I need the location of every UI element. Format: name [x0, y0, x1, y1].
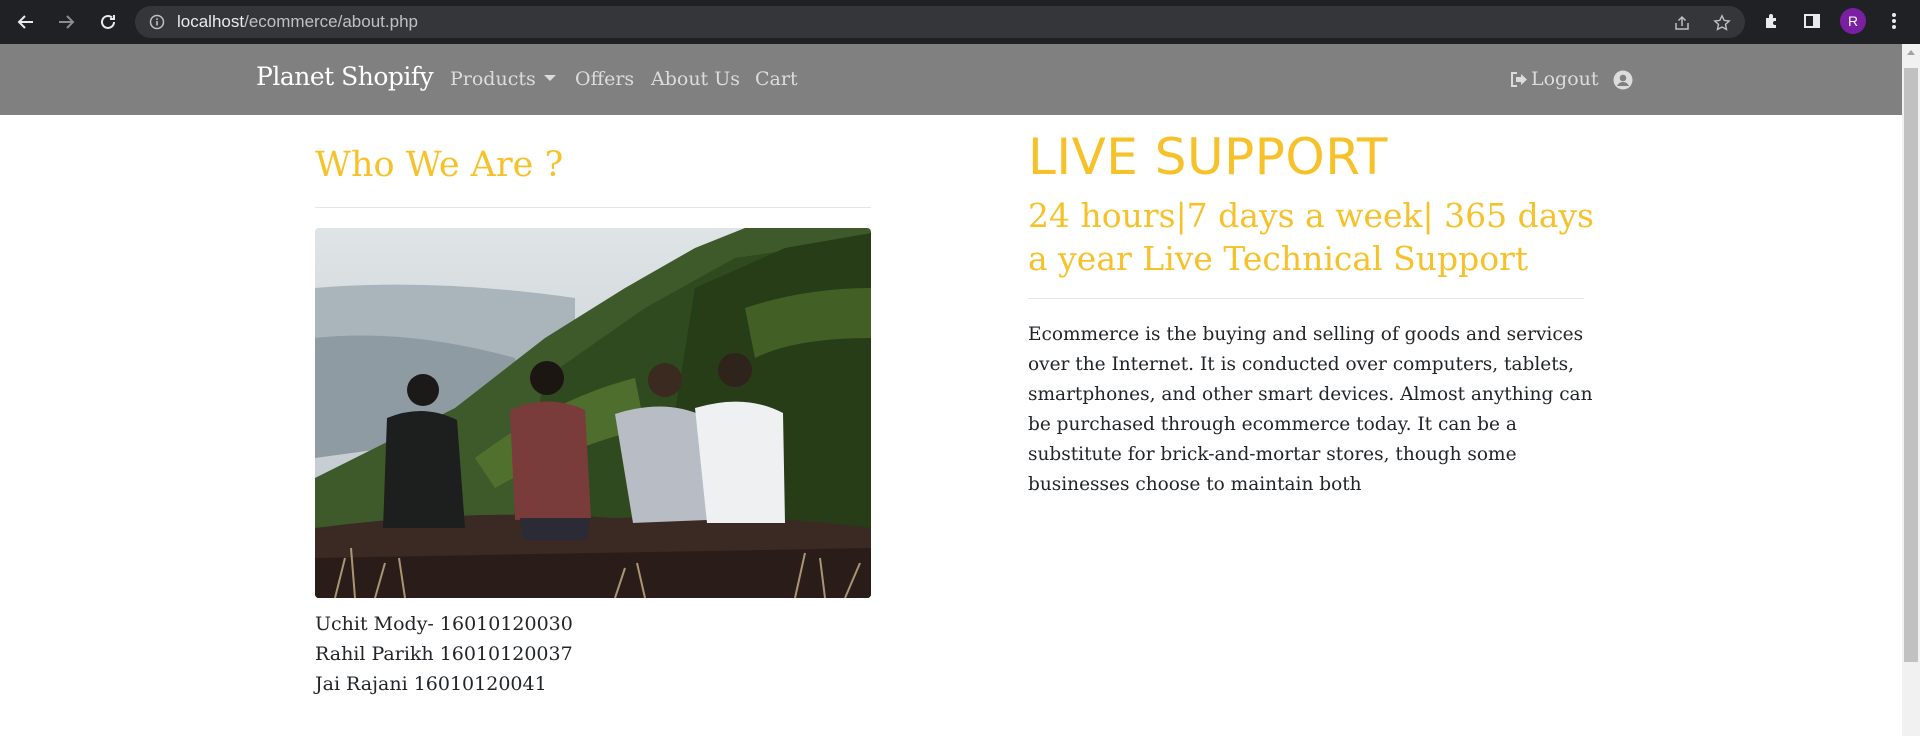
address-bar[interactable]: localhost/ecommerce/about.php — [135, 6, 1745, 38]
nav-about-us[interactable]: About Us — [651, 68, 740, 90]
page-scrollbar[interactable] — [1902, 44, 1920, 736]
logout-label: Logout — [1531, 68, 1599, 90]
share-icon[interactable] — [1673, 14, 1691, 32]
sign-out-icon — [1511, 71, 1527, 87]
divider — [315, 207, 871, 208]
nav-offers[interactable]: Offers — [575, 68, 634, 90]
chevron-down-icon — [543, 75, 556, 81]
reload-icon[interactable] — [96, 10, 120, 34]
profile-avatar[interactable]: R — [1840, 8, 1866, 34]
about-title: Who We Are ? — [315, 145, 564, 185]
nav-cart[interactable]: Cart — [755, 68, 798, 90]
more-menu-icon[interactable] — [1883, 10, 1905, 32]
team-members-list: Uchit Mody- 16010120030 Rahil Parikh 160… — [315, 609, 573, 699]
forward-icon[interactable] — [54, 10, 78, 34]
team-member: Jai Rajani 16010120041 — [315, 673, 547, 695]
site-navbar: Planet Shopify Products Offers About Us … — [0, 44, 1902, 115]
scrollbar-thumb[interactable] — [1904, 68, 1918, 662]
nav-products-label: Products — [450, 68, 536, 90]
url-text: localhost/ecommerce/about.php — [177, 12, 418, 31]
side-panel-icon[interactable] — [1801, 10, 1823, 32]
browser-toolbar: localhost/ecommerce/about.php R — [0, 0, 1920, 44]
live-support-title: LIVE SUPPORT — [1028, 128, 1388, 186]
team-member: Uchit Mody- 16010120030 — [315, 613, 573, 635]
brand-logo[interactable]: Planet Shopify — [256, 62, 434, 91]
nav-products-dropdown[interactable]: Products — [450, 68, 556, 90]
team-photo — [315, 228, 871, 598]
team-member: Rahil Parikh 16010120037 — [315, 643, 573, 665]
scroll-up-arrow-icon[interactable] — [1907, 50, 1915, 55]
user-circle-icon[interactable] — [1613, 70, 1633, 90]
logout-link[interactable]: Logout — [1510, 68, 1599, 90]
back-icon[interactable] — [14, 10, 38, 34]
divider — [1028, 298, 1584, 299]
extensions-icon[interactable] — [1761, 10, 1783, 32]
ecommerce-description: Ecommerce is the buying and selling of g… — [1028, 324, 1593, 495]
site-info-icon[interactable] — [149, 14, 165, 30]
live-support-subtitle: 24 hours|7 days a week| 365 days a year … — [1028, 196, 1594, 278]
bookmark-star-icon[interactable] — [1713, 14, 1731, 32]
